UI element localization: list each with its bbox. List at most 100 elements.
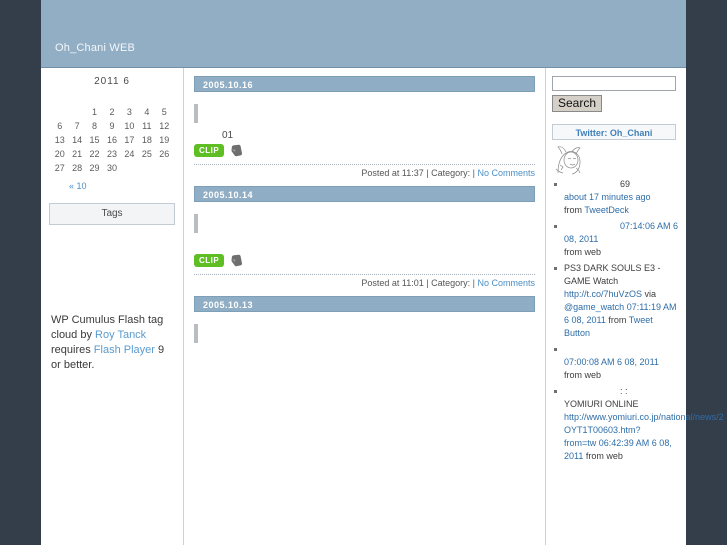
calendar-day: 12 (159, 121, 170, 131)
calendar-week-row: 27 28 29 30 (51, 161, 173, 175)
tweet-from-label: from web (585, 451, 623, 461)
calendar-week-row: 1 2 3 4 5 (51, 105, 173, 119)
calendar-day: 28 (72, 163, 83, 173)
clip-row: CLIP (194, 144, 535, 164)
calendar-day: 16 (106, 135, 117, 145)
post-entry: 2005.10.14 CLIP Posted at 11:01 | Catego… (184, 186, 545, 288)
post-text (194, 202, 535, 254)
calendar-caption: 2011 6 (94, 76, 130, 87)
post-body: 01 CLIP (194, 92, 535, 164)
calendar-day: 20 (54, 149, 65, 159)
tweet-body-prefix: YOMIURI ONLINE (564, 399, 639, 409)
evernote-icon[interactable] (231, 254, 243, 267)
calendar-week-row: 13 14 15 16 17 18 19 (51, 133, 173, 147)
post-text: 01 (222, 130, 234, 141)
main-content: 2005.10.16 01 CLIP Posted at 11:37 | Cat… (184, 68, 546, 545)
tweet-from-label: from web (564, 247, 602, 257)
tweet-count: 69 (620, 179, 631, 189)
flash-notice-text-2: requires (51, 344, 94, 356)
left-sidebar: 2011 6 1 2 3 4 5 6 7 8 9 10 11 12 13 14 … (41, 68, 184, 545)
calendar-day (51, 105, 68, 119)
evernote-icon[interactable] (231, 144, 243, 157)
calendar-day: 10 (124, 121, 135, 131)
tweet-colons: : : (620, 386, 628, 396)
calendar-weekday-row (51, 91, 173, 105)
calendar-day: 22 (89, 149, 100, 159)
right-sidebar: Search Twitter: Oh_Chani 69 about 17 min… (546, 68, 724, 545)
calendar-day: 29 (89, 163, 100, 173)
tags-widget-box[interactable]: Tags (49, 203, 175, 225)
flash-player-link[interactable]: Flash Player (94, 344, 155, 356)
tweet-time-link[interactable]: 07:14:06 AM 6 08, 2011 (564, 221, 678, 244)
tweet-url-link-cont[interactable]: OYT1T00603.htm? (564, 425, 641, 435)
tweet-time-link[interactable]: 07:00:08 AM 6 08, 2011 (564, 357, 659, 367)
post-entry: 2005.10.13 (184, 296, 545, 364)
tweet-item: 69 about 17 minutes ago from TweetDeck (552, 178, 680, 217)
calendar-week-row: 6 7 8 9 10 11 12 (51, 119, 173, 133)
tweet-item: 07:00:08 AM 6 08, 2011 from web (552, 343, 680, 382)
calendar-widget: 2011 6 1 2 3 4 5 6 7 8 9 10 11 12 13 14 … (41, 68, 183, 191)
calendar-day: 13 (54, 135, 65, 145)
post-meta-separator: | (472, 168, 475, 178)
calendar-day (68, 105, 85, 119)
clip-row: CLIP (194, 254, 535, 274)
post-date-header: 2005.10.16 (194, 76, 535, 92)
quote-bar (194, 324, 198, 343)
tweet-time-link[interactable]: about 17 minutes ago (564, 192, 651, 202)
tweet-url-link[interactable]: http://www.yomiuri.co.jp/national/news/2 (564, 412, 724, 422)
tweet-from-label: from web (564, 370, 602, 380)
calendar-day: 7 (74, 121, 80, 131)
search-input[interactable] (552, 76, 676, 91)
calendar-table: 1 2 3 4 5 6 7 8 9 10 11 12 13 14 15 16 1… (51, 91, 173, 175)
tweet-body-prefix: PS3 DARK SOULS E3 - GAME Watch (564, 263, 661, 286)
calendar-prev-link[interactable]: « 10 (69, 181, 87, 191)
tweet-source-link[interactable]: TweetDeck (584, 205, 629, 215)
post-text (194, 312, 535, 364)
post-comments-link[interactable]: No Comments (477, 278, 535, 288)
calendar-day (138, 161, 155, 175)
post-meta: Posted at 11:01 | Category: | No Comment… (194, 274, 535, 288)
twitter-profile-link[interactable]: Twitter: Oh_Chani (576, 128, 653, 138)
post-meta-posted: Posted at 11:37 | Category: (361, 168, 471, 178)
tweet-url-link-cont2[interactable]: from=tw (564, 438, 596, 448)
post-date-header: 2005.10.14 (194, 186, 535, 202)
post-entry: 2005.10.16 01 CLIP Posted at 11:37 | Cat… (184, 76, 545, 178)
calendar-weekday (103, 91, 120, 105)
calendar-day: 5 (161, 107, 167, 117)
calendar-day (121, 161, 138, 175)
twitter-widget-header[interactable]: Twitter: Oh_Chani (552, 124, 676, 140)
calendar-weekday (51, 91, 68, 105)
calendar-day: 1 (92, 107, 98, 117)
clip-button[interactable]: CLIP (194, 144, 225, 157)
calendar-day: 6 (57, 121, 63, 131)
calendar-day: 26 (159, 149, 170, 159)
quote-bar (194, 104, 198, 123)
avatar (552, 143, 585, 176)
tweet-from-label: from (608, 315, 629, 325)
tweet-item: PS3 DARK SOULS E3 - GAME Watch http://t.… (552, 262, 680, 340)
tweet-mention-link[interactable]: @game_watch (564, 302, 624, 312)
calendar-day: 8 (92, 121, 98, 131)
calendar-day: 27 (54, 163, 65, 173)
tweet-url-link[interactable]: http://t.co/7huVzOS (564, 289, 642, 299)
calendar-day: 23 (106, 149, 117, 159)
post-comments-link[interactable]: No Comments (477, 168, 535, 178)
calendar-day: 24 (124, 149, 135, 159)
page-frame: Oh_Chani WEB 2011 6 1 2 3 4 5 6 7 8 9 10… (41, 0, 724, 545)
calendar-day: 21 (72, 149, 83, 159)
calendar-day: 2 (109, 107, 115, 117)
roy-tanck-link[interactable]: Roy Tanck (95, 329, 146, 341)
search-button[interactable]: Search (552, 95, 603, 112)
post-date-header: 2005.10.13 (194, 296, 535, 312)
calendar-day: 25 (141, 149, 152, 159)
post-meta-posted: Posted at 11:01 | Category: (361, 278, 471, 288)
calendar-day: 30 (106, 163, 117, 173)
calendar-day: 4 (144, 107, 150, 117)
calendar-day: 19 (159, 135, 170, 145)
calendar-weekday (121, 91, 138, 105)
post-meta-separator: | (472, 278, 475, 288)
clip-button[interactable]: CLIP (194, 254, 225, 267)
tweet-via-label: via (642, 289, 657, 299)
site-header: Oh_Chani WEB (41, 0, 686, 68)
post-meta: Posted at 11:37 | Category: | No Comment… (194, 164, 535, 178)
